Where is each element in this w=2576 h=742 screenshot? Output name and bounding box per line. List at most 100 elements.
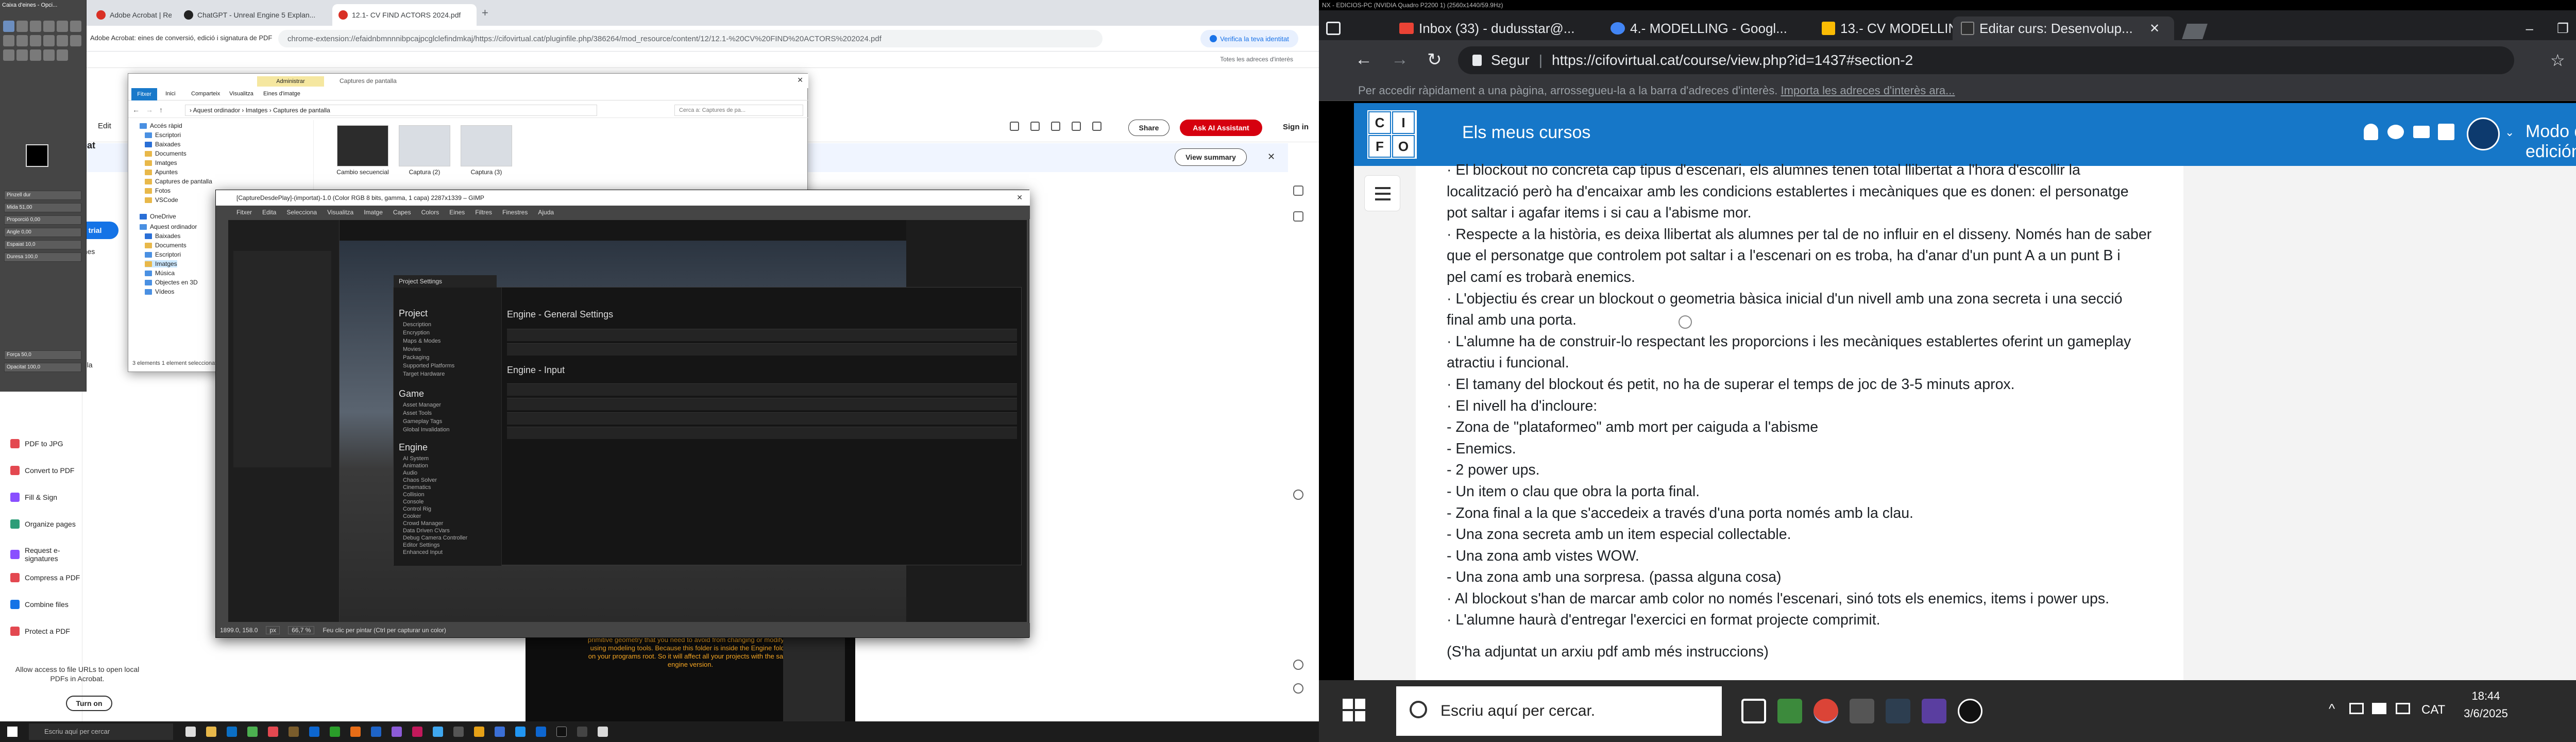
tool-pdf-to-jpg[interactable]: PDF to JPG xyxy=(10,439,63,448)
angle-prop[interactable]: Angle 0,00 xyxy=(4,228,81,237)
nav-item[interactable]: Apuntes xyxy=(145,168,178,176)
nav-item[interactable]: Objectes en 3D xyxy=(145,279,198,286)
tool-organize-pages[interactable]: Organize pages xyxy=(10,519,76,529)
zoom-select[interactable]: 66,7 % xyxy=(288,626,315,634)
nav-item[interactable]: VSCode xyxy=(145,196,178,204)
nav-item[interactable]: OneDrive xyxy=(140,213,176,220)
nav-item[interactable]: Vídeos xyxy=(145,288,174,295)
ask-ai-assistant-button[interactable]: Ask AI Assistant xyxy=(1180,120,1262,136)
comment-icon[interactable] xyxy=(1293,185,1303,196)
excel-icon[interactable] xyxy=(330,727,340,737)
file-thumbnail[interactable]: Captura (2) xyxy=(396,125,453,176)
tool-combine-files[interactable]: Combine files xyxy=(10,600,69,609)
ue-category-item[interactable]: Crowd Manager xyxy=(403,520,443,527)
nav-item[interactable]: Escriptori xyxy=(145,251,181,258)
manage-tab[interactable]: Administrar xyxy=(257,76,324,87)
paint-tool-icon[interactable] xyxy=(3,35,14,46)
network-icon[interactable] xyxy=(2349,703,2364,714)
ue-category-item[interactable]: Packaging xyxy=(403,355,429,361)
my-courses-link[interactable]: Els meus cursos xyxy=(1462,123,1590,143)
ue-category-item[interactable]: Control Rig xyxy=(403,506,431,512)
print-icon[interactable] xyxy=(1072,122,1081,131)
ue-category-item[interactable]: Editor Settings xyxy=(403,542,440,548)
gimp-canvas[interactable]: Project Settings Project Description Enc… xyxy=(228,220,1027,622)
zoom-tool-icon[interactable] xyxy=(57,49,68,61)
free-trial-button[interactable]: e trial xyxy=(82,222,118,239)
app-icon[interactable] xyxy=(392,727,402,737)
close-banner-icon[interactable]: ✕ xyxy=(1267,151,1275,162)
edge-icon[interactable] xyxy=(1777,699,1802,723)
ribbon-view-tab[interactable]: Visualitza xyxy=(229,91,253,97)
up-arrow-icon[interactable]: ↑ xyxy=(159,106,163,114)
app-icon[interactable] xyxy=(474,727,484,737)
ue-category-item[interactable]: Target Hardware xyxy=(403,371,445,377)
battery-icon[interactable] xyxy=(2396,703,2410,714)
photoshop-icon[interactable] xyxy=(371,727,381,737)
menu-select[interactable]: Selecciona xyxy=(286,209,317,216)
tab-search-icon[interactable] xyxy=(1326,22,1341,35)
chevron-down-icon[interactable]: ⌄ xyxy=(2505,126,2514,139)
app-icon[interactable] xyxy=(453,727,464,737)
ue-category-item[interactable]: Audio xyxy=(403,470,417,476)
tab-acrobat-summary[interactable]: Adobe Acrobat | Resumeix fi... xyxy=(90,4,178,26)
messages-icon[interactable] xyxy=(2387,125,2404,139)
back-arrow-icon[interactable]: ← xyxy=(1355,49,1372,70)
ue-category-item[interactable]: Description xyxy=(403,322,431,328)
nav-item[interactable]: Fotos xyxy=(145,187,171,194)
chrome-icon[interactable] xyxy=(1814,699,1838,723)
all-bookmarks-label[interactable]: Totes les adreces d'interès xyxy=(1220,56,1293,63)
user-avatar[interactable] xyxy=(2467,117,2500,150)
word-icon[interactable] xyxy=(309,727,319,737)
nav-item[interactable]: Baixades xyxy=(145,141,180,148)
ue-category-item[interactable]: Encryption xyxy=(403,330,430,336)
tool-protect-pdf[interactable]: Protect a PDF xyxy=(10,627,70,636)
language-indicator[interactable]: CAT xyxy=(2421,703,2445,717)
nav-item[interactable]: Música xyxy=(145,269,175,277)
aspect-prop[interactable]: Proporció 0,00 xyxy=(4,215,81,225)
menu-edit[interactable]: Edita xyxy=(262,209,276,216)
crop-tool-icon[interactable] xyxy=(57,21,68,32)
page-view-icon[interactable] xyxy=(1010,122,1019,131)
ue-category-item[interactable]: Cinematics xyxy=(403,484,431,491)
nav-item[interactable]: Accés ràpid xyxy=(140,122,182,129)
nav-item[interactable]: Baixades xyxy=(145,232,180,240)
ue-category-item[interactable]: Collision xyxy=(403,492,425,498)
transform-tool-icon[interactable] xyxy=(70,21,81,32)
bookmark-star-icon[interactable]: ☆ xyxy=(2550,50,2565,70)
email-icon[interactable] xyxy=(2413,126,2430,138)
chevron-up-icon[interactable]: ^ xyxy=(2329,701,2335,717)
new-tab-button[interactable]: + xyxy=(482,6,488,20)
sign-in-link[interactable]: Sign in xyxy=(1283,123,1309,131)
nav-item[interactable]: Captures de pantalla xyxy=(145,178,212,185)
force-prop[interactable]: Força 50,0 xyxy=(4,350,81,360)
ue-category-item[interactable]: Enhanced Input xyxy=(403,549,443,555)
tab-chatgpt[interactable]: ChatGPT - Unreal Engine 5 Explan... xyxy=(178,4,332,26)
app-icon[interactable] xyxy=(598,727,608,737)
zoom-out-icon[interactable] xyxy=(1293,683,1303,694)
nav-item[interactable]: Escriptori xyxy=(145,131,181,139)
tool-compress-pdf[interactable]: Compress a PDF xyxy=(10,573,80,582)
ribbon-file-tab[interactable]: Fitxer xyxy=(131,88,157,100)
lasso-tool-icon[interactable] xyxy=(43,21,55,32)
ue-category-item[interactable]: Debug Camera Controller xyxy=(403,535,467,541)
foreground-color-swatch[interactable] xyxy=(26,144,48,167)
path-tool-icon[interactable] xyxy=(30,49,41,61)
download-icon[interactable] xyxy=(1092,122,1101,131)
brush-tool-icon[interactable] xyxy=(16,35,28,46)
app-icon[interactable] xyxy=(433,727,443,737)
spacing-prop[interactable]: Espaiat 10,0 xyxy=(4,240,81,249)
tab-pdf-cv-find-actors[interactable]: 12.1- CV FIND ACTORS 2024.pdf xyxy=(332,4,477,26)
tool-request-esignatures[interactable]: Request e-signatures xyxy=(10,546,82,563)
vscode-icon[interactable] xyxy=(536,727,546,737)
explorer-search-input[interactable]: Cerca a: Captures de pa... xyxy=(674,105,803,116)
file-explorer-icon[interactable] xyxy=(206,727,216,737)
nav-item[interactable]: Documents xyxy=(145,242,187,249)
ue-category-item[interactable]: Chaos Solver xyxy=(403,477,437,483)
taskbar-search-input[interactable]: Escriu aquí per cercar. xyxy=(1396,686,1722,736)
turn-on-button[interactable]: Turn on xyxy=(66,696,112,711)
nav-item-selected[interactable]: Imatges xyxy=(145,260,177,267)
smudge-tool-icon[interactable] xyxy=(57,35,68,46)
ribbon-home-tab[interactable]: Inici xyxy=(165,91,176,97)
close-tab-icon[interactable]: ✕ xyxy=(2149,21,2160,36)
search-icon[interactable] xyxy=(1051,122,1060,131)
